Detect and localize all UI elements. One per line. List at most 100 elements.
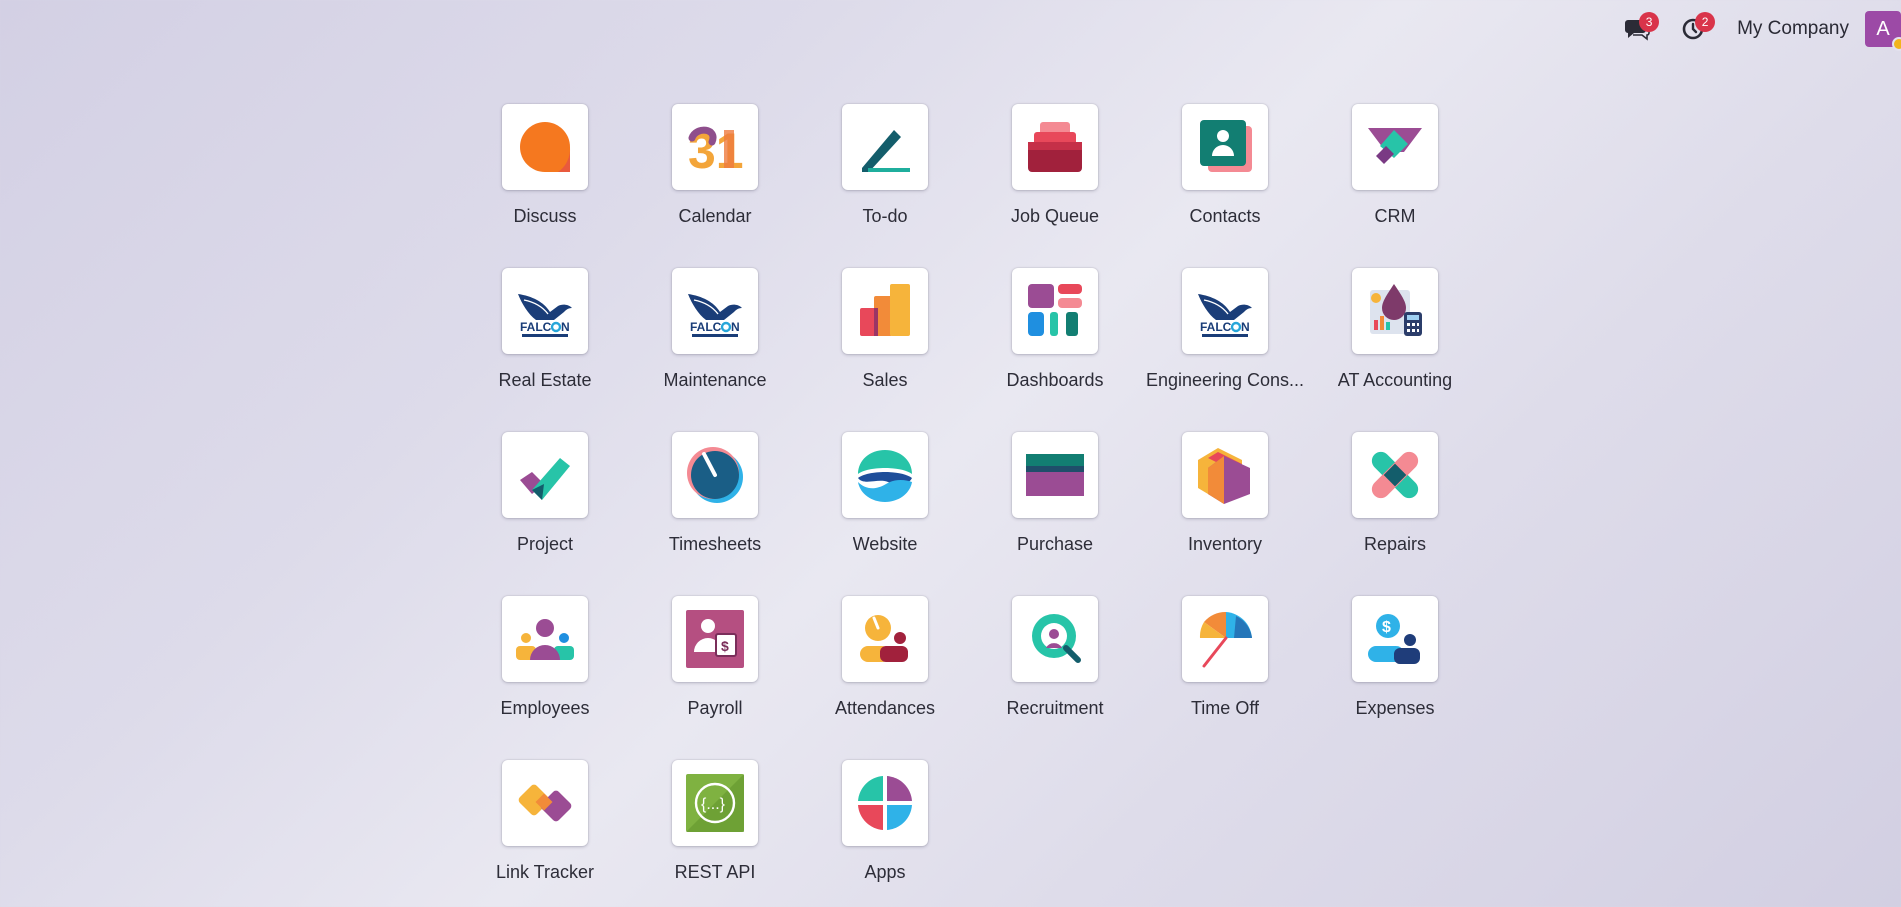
messages-button[interactable]: 3	[1617, 9, 1660, 49]
app-purchase[interactable]: Purchase	[970, 432, 1140, 596]
app-attendances[interactable]: Attendances	[800, 596, 970, 760]
messages-badge: 3	[1639, 12, 1660, 32]
app-label: Maintenance	[663, 370, 767, 390]
activities-button[interactable]: 2	[1673, 9, 1716, 49]
app-discuss[interactable]: Discuss	[460, 104, 630, 268]
app-label: Attendances	[834, 698, 936, 718]
app-at-accounting[interactable]: AT Accounting	[1310, 268, 1480, 432]
app-label: Timesheets	[668, 534, 762, 554]
app-label: AT Accounting	[1337, 370, 1453, 390]
app-label: Payroll	[687, 698, 743, 718]
app-payroll[interactable]: $ Payroll	[630, 596, 800, 760]
svg-text:$: $	[721, 638, 729, 654]
app-calendar[interactable]: 31 Calendar	[630, 104, 800, 268]
app-recruitment[interactable]: Recruitment	[970, 596, 1140, 760]
app-engineering-consulting[interactable]: FALC N Engineering Cons...	[1140, 268, 1310, 432]
time-off-icon	[1199, 611, 1252, 668]
payroll-icon: $	[686, 610, 744, 668]
rest-api-icon: {...}	[686, 774, 744, 832]
company-switcher[interactable]: My Company	[1737, 18, 1849, 40]
app-label: Discuss	[513, 206, 577, 226]
app-label: Employees	[500, 698, 590, 718]
job-queue-icon	[1028, 122, 1082, 172]
calendar-icon: 31	[688, 123, 744, 178]
svg-text:N: N	[731, 320, 740, 334]
app-label: Recruitment	[1006, 698, 1104, 718]
app-label: Real Estate	[498, 370, 592, 390]
inventory-icon	[1198, 448, 1250, 504]
svg-text:{...}: {...}	[701, 796, 726, 813]
app-apps[interactable]: Apps	[800, 760, 970, 907]
svg-text:N: N	[1241, 320, 1250, 334]
sales-icon	[860, 284, 910, 336]
app-link-tracker[interactable]: Link Tracker	[460, 760, 630, 907]
app-project[interactable]: Project	[460, 432, 630, 596]
app-label: To-do	[862, 206, 908, 226]
accounting-icon	[1370, 284, 1422, 336]
discuss-icon	[520, 122, 571, 172]
app-todo[interactable]: To-do	[800, 104, 970, 268]
status-indicator	[1892, 37, 1901, 51]
user-avatar[interactable]: A	[1865, 11, 1901, 51]
app-label: Project	[516, 534, 574, 554]
svg-text:N: N	[561, 320, 570, 334]
svg-text:$: $	[1382, 619, 1391, 636]
app-label: Calendar	[678, 206, 752, 226]
app-label: Inventory	[1187, 534, 1263, 554]
app-grid: Discuss 31 Calendar To-do Job Queue Cont…	[460, 104, 1480, 907]
project-icon	[520, 458, 570, 500]
todo-icon	[862, 130, 910, 172]
app-label: Expenses	[1355, 698, 1435, 718]
app-real-estate[interactable]: FALC N Real Estate	[460, 268, 630, 432]
app-contacts[interactable]: Contacts	[1140, 104, 1310, 268]
app-time-off[interactable]: Time Off	[1140, 596, 1310, 760]
app-dashboards[interactable]: Dashboards	[970, 268, 1140, 432]
apps-icon	[858, 776, 912, 830]
website-icon	[858, 450, 912, 502]
app-label: Website	[852, 534, 918, 554]
top-bar: 3 2 My Company A	[1617, 0, 1901, 58]
app-label: Job Queue	[1010, 206, 1100, 226]
app-sales[interactable]: Sales	[800, 268, 970, 432]
avatar-letter: A	[1876, 17, 1890, 40]
app-label: Purchase	[1016, 534, 1094, 554]
falcon-logo-icon: FALC N	[518, 294, 572, 337]
app-label: REST API	[674, 862, 756, 882]
app-label: Time Off	[1190, 698, 1259, 718]
repairs-icon	[1371, 451, 1419, 499]
dashboards-icon	[1028, 284, 1082, 336]
app-crm[interactable]: CRM	[1310, 104, 1480, 268]
app-label: Contacts	[1189, 206, 1261, 226]
app-maintenance[interactable]: FALC N Maintenance	[630, 268, 800, 432]
expenses-icon: $	[1368, 614, 1420, 664]
app-timesheets[interactable]: Timesheets	[630, 432, 800, 596]
app-label: Apps	[864, 862, 906, 882]
app-label: Sales	[862, 370, 908, 390]
app-website[interactable]: Website	[800, 432, 970, 596]
falcon-logo-icon: FALC N	[1198, 294, 1252, 337]
app-job-queue[interactable]: Job Queue	[970, 104, 1140, 268]
app-label: CRM	[1374, 206, 1416, 226]
purchase-icon	[1026, 454, 1084, 496]
recruitment-icon	[1032, 614, 1081, 663]
app-label: Repairs	[1363, 534, 1427, 554]
app-inventory[interactable]: Inventory	[1140, 432, 1310, 596]
activities-badge: 2	[1695, 12, 1716, 32]
app-label: Link Tracker	[495, 862, 595, 882]
employees-icon	[516, 619, 574, 660]
svg-text:FALC: FALC	[690, 320, 722, 334]
contacts-icon	[1200, 120, 1252, 172]
timesheets-icon	[687, 447, 743, 503]
attendances-icon	[860, 615, 908, 662]
app-repairs[interactable]: Repairs	[1310, 432, 1480, 596]
svg-text:FALC: FALC	[1200, 320, 1232, 334]
app-label: Dashboards	[1006, 370, 1104, 390]
crm-icon	[1368, 128, 1422, 164]
svg-text:FALC: FALC	[520, 320, 552, 334]
app-rest-api[interactable]: {...} REST API	[630, 760, 800, 907]
link-tracker-icon	[518, 784, 572, 822]
app-employees[interactable]: Employees	[460, 596, 630, 760]
falcon-logo-icon: FALC N	[688, 294, 742, 337]
app-expenses[interactable]: $ Expenses	[1310, 596, 1480, 760]
app-label: Engineering Cons...	[1145, 370, 1305, 390]
